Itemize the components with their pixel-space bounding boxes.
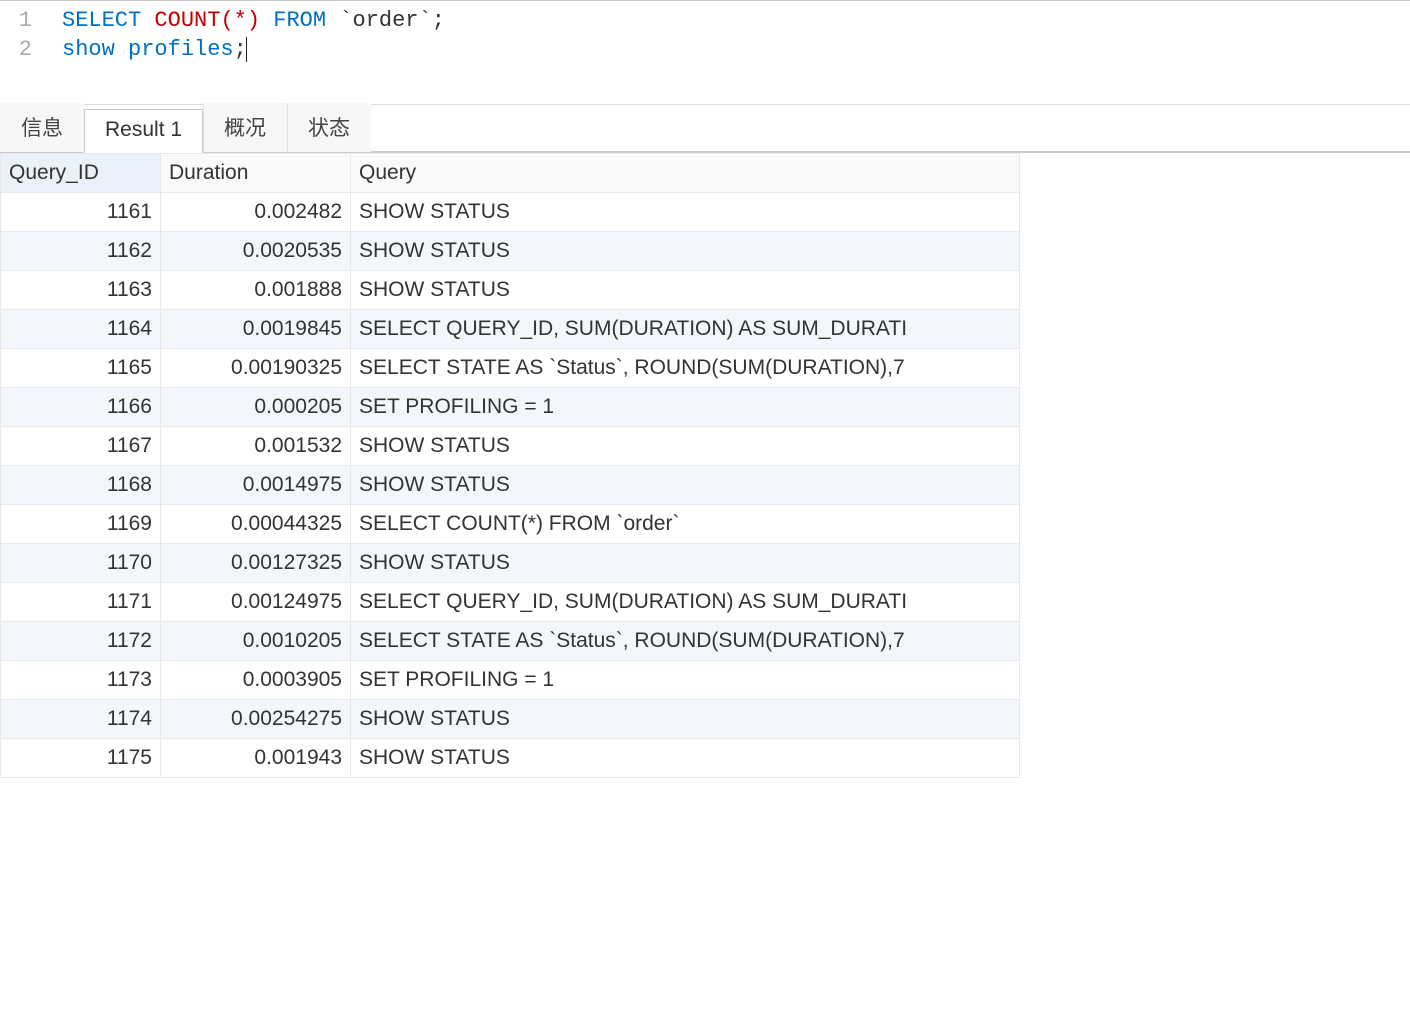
code-token: SELECT [62,8,154,33]
cell-duration: 0.0020535 [161,232,351,271]
cell-query: SELECT QUERY_ID, SUM(DURATION) AS SUM_DU… [351,310,1020,349]
sql-editor[interactable]: 1SELECT COUNT(*) FROM `order`;2show prof… [0,0,1410,104]
table-row[interactable]: 11620.0020535SHOW STATUS [1,232,1020,271]
code-token [260,8,273,33]
cell-query-id: 1164 [1,310,161,349]
cell-query: SHOW STATUS [351,700,1020,739]
cell-query-id: 1161▶ [1,193,161,232]
table-row[interactable]: 11640.0019845SELECT QUERY_ID, SUM(DURATI… [1,310,1020,349]
table-row[interactable]: 11740.00254275SHOW STATUS [1,700,1020,739]
tab-概况[interactable]: 概况 [203,103,287,152]
code-token: show profiles [62,37,234,62]
cell-query-id: 1174 [1,700,161,739]
table-row[interactable]: 11680.0014975SHOW STATUS [1,466,1020,505]
cell-query: SHOW STATUS [351,739,1020,778]
cell-duration: 0.00190325 [161,349,351,388]
line-number: 1 [0,7,62,36]
code-token: COUNT [154,8,220,33]
table-row[interactable]: 11650.00190325SELECT STATE AS `Status`, … [1,349,1020,388]
code-token: * [234,8,247,33]
code-token: ) [247,8,260,33]
results-panel: Query_ID Duration Query 1161▶0.002482SHO… [0,152,1410,778]
cell-duration: 0.0014975 [161,466,351,505]
code-content[interactable]: SELECT COUNT(*) FROM `order`; [62,7,445,36]
cell-duration: 0.001943 [161,739,351,778]
cell-query-id: 1162 [1,232,161,271]
cell-query-id: 1165 [1,349,161,388]
table-row[interactable]: 1161▶0.002482SHOW STATUS [1,193,1020,232]
code-content[interactable]: show profiles; [62,36,247,65]
table-row[interactable]: 11710.00124975SELECT QUERY_ID, SUM(DURAT… [1,583,1020,622]
cell-query: SHOW STATUS [351,193,1020,232]
cell-query-id: 1167 [1,427,161,466]
cell-query-id: 1171 [1,583,161,622]
tab-result-1[interactable]: Result 1 [84,109,203,153]
table-row[interactable]: 11660.000205SET PROFILING = 1 [1,388,1020,427]
table-row[interactable]: 11720.0010205SELECT STATE AS `Status`, R… [1,622,1020,661]
text-cursor [246,37,247,61]
editor-line[interactable]: 2show profiles; [0,36,1410,65]
cell-query-id: 1169 [1,505,161,544]
cell-duration: 0.00254275 [161,700,351,739]
table-header-row: Query_ID Duration Query [1,154,1020,193]
cell-query-id: 1172 [1,622,161,661]
cell-duration: 0.00044325 [161,505,351,544]
cell-query: SHOW STATUS [351,466,1020,505]
table-row[interactable]: 11750.001943SHOW STATUS [1,739,1020,778]
cell-query: SELECT STATE AS `Status`, ROUND(SUM(DURA… [351,622,1020,661]
cell-duration: 0.002482 [161,193,351,232]
cell-query: SELECT QUERY_ID, SUM(DURATION) AS SUM_DU… [351,583,1020,622]
code-token: ( [220,8,233,33]
tab-状态[interactable]: 状态 [287,103,371,152]
tab-信息[interactable]: 信息 [0,103,84,152]
cell-duration: 0.00124975 [161,583,351,622]
cell-query: SHOW STATUS [351,427,1020,466]
table-row[interactable]: 11690.00044325SELECT COUNT(*) FROM `orde… [1,505,1020,544]
table-row[interactable]: 11730.0003905SET PROFILING = 1 [1,661,1020,700]
cell-query: SELECT COUNT(*) FROM `order` [351,505,1020,544]
code-token: `order` [339,8,431,33]
code-token: FROM [273,8,326,33]
result-tabs: 信息Result 1概况状态 [0,104,1410,152]
line-number: 2 [0,36,62,65]
cell-duration: 0.001888 [161,271,351,310]
cell-duration: 0.0019845 [161,310,351,349]
cell-query-id: 1166 [1,388,161,427]
cell-duration: 0.00127325 [161,544,351,583]
cell-query-id: 1173 [1,661,161,700]
cell-duration: 0.0010205 [161,622,351,661]
results-table[interactable]: Query_ID Duration Query 1161▶0.002482SHO… [0,153,1020,778]
cell-query-id: 1170 [1,544,161,583]
editor-line[interactable]: 1SELECT COUNT(*) FROM `order`; [0,7,1410,36]
code-token [326,8,339,33]
cell-query-id: 1175 [1,739,161,778]
cell-duration: 0.000205 [161,388,351,427]
column-header-duration[interactable]: Duration [161,154,351,193]
cell-duration: 0.001532 [161,427,351,466]
cell-query: SELECT STATE AS `Status`, ROUND(SUM(DURA… [351,349,1020,388]
column-header-query-id[interactable]: Query_ID [1,154,161,193]
table-row[interactable]: 11670.001532SHOW STATUS [1,427,1020,466]
cell-query: SHOW STATUS [351,232,1020,271]
column-header-query[interactable]: Query [351,154,1020,193]
cell-duration: 0.0003905 [161,661,351,700]
code-token: ; [432,8,445,33]
table-row[interactable]: 11630.001888SHOW STATUS [1,271,1020,310]
cell-query-id: 1163 [1,271,161,310]
cell-query: SET PROFILING = 1 [351,661,1020,700]
cell-query: SET PROFILING = 1 [351,388,1020,427]
cell-query: SHOW STATUS [351,544,1020,583]
cell-query-id: 1168 [1,466,161,505]
cell-query: SHOW STATUS [351,271,1020,310]
table-row[interactable]: 11700.00127325SHOW STATUS [1,544,1020,583]
